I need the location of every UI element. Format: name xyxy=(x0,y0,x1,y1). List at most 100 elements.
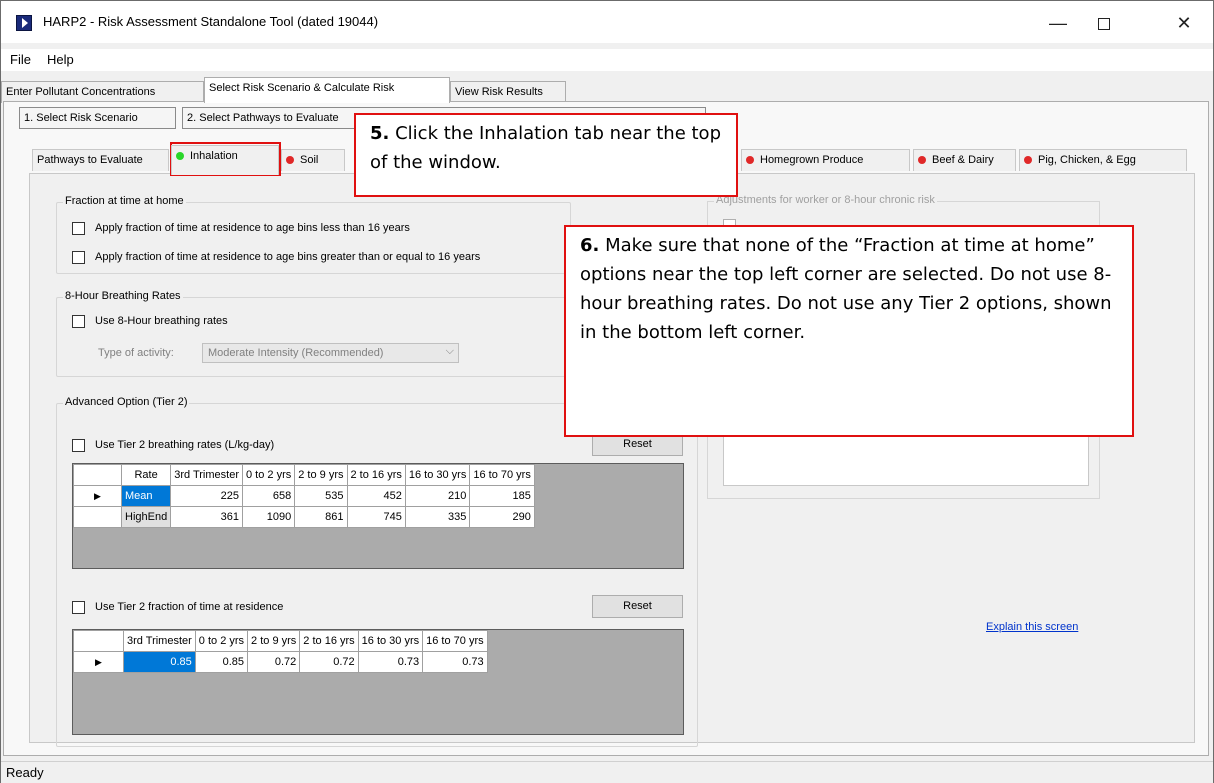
menu-bar: File Help xyxy=(1,49,1213,71)
tier2-breathing-label: Use Tier 2 breathing rates (L/kg-day) xyxy=(95,439,275,451)
row-pointer-icon[interactable]: ▶ xyxy=(73,485,122,507)
chevron-down-icon: ⌵ xyxy=(445,345,454,357)
status-dot-icon xyxy=(746,156,754,164)
status-dot-icon xyxy=(918,156,926,164)
grid-cell[interactable]: 185 xyxy=(469,485,535,507)
main-tab-strip: Enter Pollutant Concentrations Select Ri… xyxy=(1,77,1213,103)
table-row: ▶ 0.85 0.85 0.72 0.72 0.73 0.73 xyxy=(73,651,488,673)
grid-cell[interactable]: 210 xyxy=(404,485,471,507)
row-pointer-icon[interactable]: ▶ xyxy=(73,651,124,673)
subtab-inhalation[interactable]: Inhalation xyxy=(171,145,279,175)
row-pointer-empty[interactable] xyxy=(73,506,122,528)
grid-cell[interactable]: 658 xyxy=(241,485,296,507)
grid-cell[interactable]: 335 xyxy=(404,506,471,528)
breathing-rates-table: Rate 3rd Trimester 0 to 2 yrs 2 to 9 yrs… xyxy=(73,464,535,528)
grid-cell[interactable]: 0.85 xyxy=(194,651,249,673)
grid-cell[interactable]: 0.73 xyxy=(357,651,424,673)
column-header: 2 to 9 yrs xyxy=(294,464,348,486)
grid-cell[interactable]: 290 xyxy=(469,506,535,528)
fraction-at-home-label: Fraction at time at home xyxy=(63,195,186,207)
callout-step5-text: Click the Inhalation tab near the top of… xyxy=(370,123,721,173)
step2-select-pathways-button[interactable]: 2. Select Pathways to Evaluate xyxy=(182,107,362,129)
fraction-under16-label: Apply fraction of time at residence to a… xyxy=(95,222,410,234)
title-bar: HARP2 - Risk Assessment Standalone Tool … xyxy=(1,1,1213,43)
tier2-breathing-grid: Rate 3rd Trimester 0 to 2 yrs 2 to 9 yrs… xyxy=(72,463,684,569)
column-header: 16 to 30 yrs xyxy=(404,464,471,486)
app-logo-icon xyxy=(16,15,32,31)
table-row: HighEnd 361 1090 861 745 335 290 xyxy=(73,506,535,528)
grid-cell[interactable]: 0.72 xyxy=(247,651,301,673)
row-header[interactable]: HighEnd xyxy=(120,506,172,528)
subtab-beef-label: Beef & Dairy xyxy=(932,154,994,166)
use-8hour-breathing-checkbox[interactable] xyxy=(72,315,85,328)
activity-type-label: Type of activity: xyxy=(98,347,174,359)
step1-select-risk-scenario-button[interactable]: 1. Select Risk Scenario xyxy=(19,107,176,129)
grid-cell[interactable]: 452 xyxy=(346,485,406,507)
row-header[interactable]: Mean xyxy=(120,485,172,507)
grid-cell[interactable]: 225 xyxy=(170,485,243,507)
column-header: 2 to 16 yrs xyxy=(346,464,406,486)
status-bar: Ready xyxy=(1,761,1213,783)
grid-cell[interactable]: 0.72 xyxy=(299,651,359,673)
fraction-table: 3rd Trimester 0 to 2 yrs 2 to 9 yrs 2 to… xyxy=(73,630,488,673)
grid-corner xyxy=(73,630,124,652)
subtab-pathways-to-evaluate[interactable]: Pathways to Evaluate xyxy=(32,149,169,171)
fraction-16plus-label: Apply fraction of time at residence to a… xyxy=(95,251,481,263)
status-dot-icon xyxy=(176,152,184,160)
column-header: 3rd Trimester xyxy=(170,464,243,486)
menu-file[interactable]: File xyxy=(10,52,31,67)
grid-cell[interactable]: 535 xyxy=(294,485,348,507)
subtab-soil-label: Soil xyxy=(300,154,319,166)
tier2-label: Advanced Option (Tier 2) xyxy=(63,396,190,408)
breathing-rates-label: 8-Hour Breathing Rates xyxy=(63,290,183,302)
callout-step5: 5. Click the Inhalation tab near the top… xyxy=(354,113,738,197)
tab-enter-pollutant-concentrations[interactable]: Enter Pollutant Concentrations xyxy=(1,81,204,103)
tier2-breathing-checkbox[interactable] xyxy=(72,439,85,452)
tier2-fraction-label: Use Tier 2 fraction of time at residence xyxy=(95,601,284,613)
breathing-rates-group xyxy=(56,297,571,377)
tab-select-risk-scenario[interactable]: Select Risk Scenario & Calculate Risk xyxy=(204,77,450,103)
column-header: 16 to 30 yrs xyxy=(357,630,424,652)
tier2-fraction-checkbox[interactable] xyxy=(72,601,85,614)
grid-cell[interactable]: 861 xyxy=(294,506,348,528)
tab-view-risk-results[interactable]: View Risk Results xyxy=(450,81,566,103)
tier2-fraction-reset-button[interactable]: Reset xyxy=(592,595,683,618)
subtab-pig-chicken-egg[interactable]: Pig, Chicken, & Egg xyxy=(1019,149,1187,171)
explain-screen-link[interactable]: Explain this screen xyxy=(986,621,1078,633)
activity-type-select[interactable]: Moderate Intensity (Recommended) ⌵ xyxy=(202,343,459,363)
grid-cell[interactable]: 745 xyxy=(346,506,406,528)
table-row: ▶ Mean 225 658 535 452 210 185 xyxy=(73,485,535,507)
activity-type-value: Moderate Intensity (Recommended) xyxy=(208,347,384,359)
maximize-button[interactable] xyxy=(1081,9,1127,37)
status-dot-icon xyxy=(1024,156,1032,164)
close-button[interactable]: ✕ xyxy=(1161,9,1207,37)
subtab-homegrown-produce[interactable]: Homegrown Produce xyxy=(741,149,910,171)
subtab-pig-label: Pig, Chicken, & Egg xyxy=(1038,154,1136,166)
fraction-under16-checkbox[interactable] xyxy=(72,222,85,235)
minimize-button[interactable]: — xyxy=(1035,9,1081,37)
grid-cell[interactable]: 361 xyxy=(170,506,243,528)
app-window: HARP2 - Risk Assessment Standalone Tool … xyxy=(0,0,1214,783)
status-dot-icon xyxy=(286,156,294,164)
worker-adjustment-label: Adjustments for worker or 8-hour chronic… xyxy=(714,194,937,206)
column-header: 3rd Trimester xyxy=(123,630,196,652)
callout-step6-text: Make sure that none of the “Fraction at … xyxy=(580,235,1112,343)
grid-cell[interactable]: 1090 xyxy=(241,506,296,528)
column-header: 16 to 70 yrs xyxy=(469,464,535,486)
column-header: 0 to 2 yrs xyxy=(241,464,296,486)
menu-help[interactable]: Help xyxy=(47,52,74,67)
grid-cell[interactable]: 0.73 xyxy=(422,651,488,673)
tier2-fraction-grid: 3rd Trimester 0 to 2 yrs 2 to 9 yrs 2 to… xyxy=(72,629,684,735)
status-text: Ready xyxy=(6,765,44,780)
column-header: 0 to 2 yrs xyxy=(194,630,249,652)
fraction-at-home-group xyxy=(56,202,571,274)
callout-step6: 6. Make sure that none of the “Fraction … xyxy=(564,225,1134,437)
subtab-soil[interactable]: Soil xyxy=(281,149,345,171)
callout-step5-number: 5. xyxy=(370,123,390,144)
use-8hour-breathing-label: Use 8-Hour breathing rates xyxy=(95,315,228,327)
window-title: HARP2 - Risk Assessment Standalone Tool … xyxy=(43,14,379,29)
grid-cell[interactable]: 0.85 xyxy=(123,651,196,673)
fraction-16plus-checkbox[interactable] xyxy=(72,251,85,264)
subtab-beef-dairy[interactable]: Beef & Dairy xyxy=(913,149,1016,171)
callout-step6-number: 6. xyxy=(580,235,600,256)
